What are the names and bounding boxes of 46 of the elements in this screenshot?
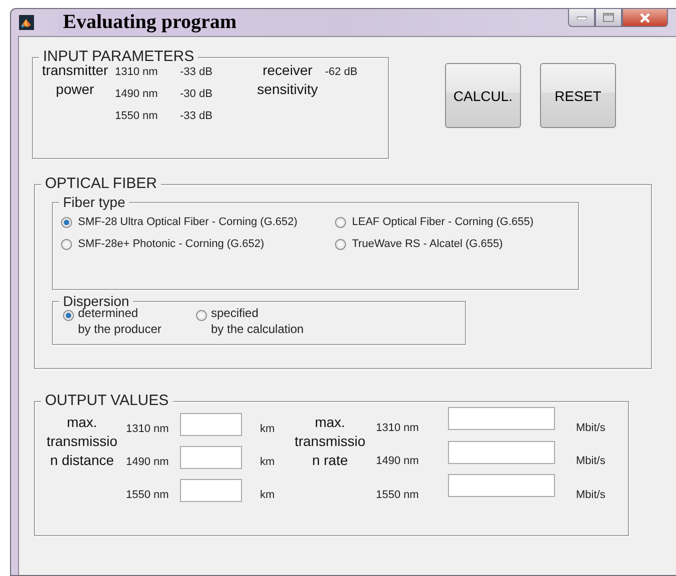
sensitivity-value: -62 dB: [325, 65, 358, 80]
receiver-sensitivity-label: receiver sensitivity: [256, 61, 319, 99]
unit-label: km: [260, 455, 276, 469]
power-value: -30 dB: [180, 87, 214, 102]
unit-label: Mbit/s: [576, 488, 606, 502]
output-field[interactable]: [180, 413, 242, 436]
wavelength-label: 1310 nm: [115, 65, 159, 80]
minimize-button[interactable]: [568, 8, 595, 27]
output-field[interactable]: [448, 440, 555, 464]
wavelength-label: 1550 nm: [126, 488, 170, 502]
radio-option[interactable]: TrueWave RS - Alcatel (G.655): [335, 238, 575, 250]
power-value: -33 dB: [180, 109, 214, 124]
unit-label: Mbit/s: [576, 420, 606, 435]
group-title: OPTICAL FIBER: [45, 175, 157, 192]
wavelength-label: 1310 nm: [376, 420, 420, 435]
group-title: Fiber type: [63, 194, 126, 210]
calculate-button[interactable]: CALCUL.: [445, 63, 521, 128]
output-field[interactable]: [448, 407, 555, 430]
wavelength-label: 1490 nm: [126, 455, 170, 469]
wavelength-label: 1310 nm: [126, 422, 170, 436]
wavelength-label: 1550 nm: [376, 488, 420, 502]
wavelength-label: 1490 nm: [376, 454, 420, 468]
power-value: -33 dB: [180, 65, 214, 80]
output-label: max. transmissio n distance: [46, 413, 118, 470]
radio-option[interactable]: SMF-28 Ultra Optical Fiber - Corning (G.652): [61, 216, 335, 228]
group-title: Dispersion: [63, 293, 130, 309]
maximize-button[interactable]: [595, 8, 622, 27]
maximize-icon: [603, 13, 614, 22]
radio-option[interactable]: LEAF Optical Fiber - Corning (G.655): [335, 216, 575, 228]
close-button[interactable]: [622, 8, 668, 27]
unit-label: km: [260, 488, 276, 502]
group-title: OUTPUT VALUES: [45, 392, 169, 409]
radio-option[interactable]: SMF-28e+ Photonic - Corning (G.652): [61, 238, 335, 250]
minimize-icon: [576, 16, 586, 20]
output-field[interactable]: [180, 446, 242, 469]
radio-option[interactable]: specified by the calculation: [196, 305, 304, 337]
wavelength-label: 1550 nm: [115, 109, 159, 124]
output-field[interactable]: [448, 474, 555, 498]
app-icon: [19, 15, 34, 30]
output-label: max. transmissio n rate: [294, 413, 366, 470]
reset-button[interactable]: RESET: [540, 63, 616, 128]
output-field[interactable]: [180, 479, 242, 502]
wavelength-label: 1490 nm: [115, 87, 159, 102]
unit-label: Mbit/s: [576, 454, 606, 468]
unit-label: km: [260, 422, 276, 436]
close-icon: [639, 12, 651, 22]
